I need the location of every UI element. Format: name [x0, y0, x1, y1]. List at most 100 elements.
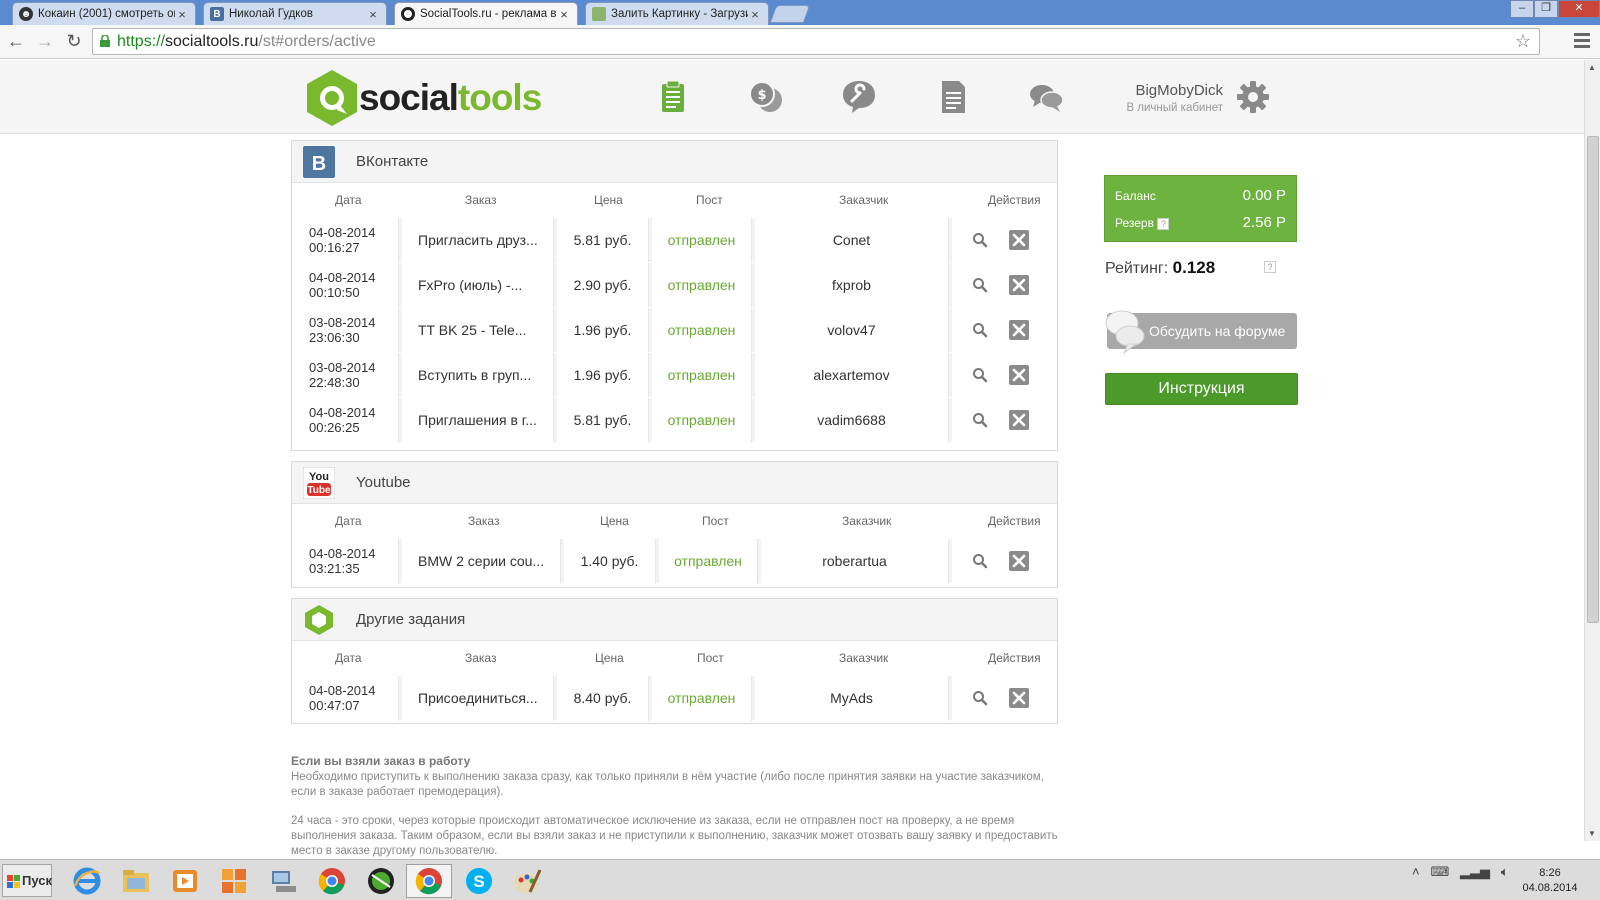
close-icon[interactable]	[1009, 365, 1029, 385]
close-window-button[interactable]: ✕	[1558, 0, 1600, 18]
url-protocol: https://	[117, 33, 166, 50]
media-player-icon[interactable]	[164, 864, 206, 898]
browser-menu-icon[interactable]	[1574, 33, 1590, 51]
tab-title: SocialTools.ru - реклама в с	[420, 8, 557, 20]
close-icon[interactable]	[1009, 551, 1029, 571]
network-signal-icon[interactable]: ▂▃▅	[1460, 864, 1490, 879]
windows-taskbar: Пуск S ˄ ⌨ ▂▃▅ 🔈︎ 8:26 04.08.2014	[0, 859, 1600, 900]
username-link[interactable]: BigMobyDick	[1110, 82, 1223, 99]
socialtools-logo[interactable]: socialtools	[303, 68, 542, 128]
browser-tab-active[interactable]: SocialTools.ru - реклама в с ×	[394, 2, 578, 25]
search-icon[interactable]	[972, 232, 988, 248]
table-row[interactable]: 03-08-2014 23:06:30 TT BK 25 - Tele... 1.96…	[292, 307, 1057, 353]
table-row[interactable]: 03-08-2014 22:48:30 Вступить в груп... 1.96…	[292, 352, 1057, 398]
tray-expand-icon[interactable]: ˄	[1412, 864, 1420, 879]
panel-title: Другие задания	[356, 611, 466, 628]
browser-tab[interactable]: B Николай Гудков ×	[203, 2, 387, 25]
order-price: 5.81 руб.	[557, 398, 649, 443]
minimize-button[interactable]: –	[1510, 0, 1534, 18]
table-row[interactable]: 04-08-2014 00:26:25 Приглашения в г... 5.81…	[292, 397, 1057, 443]
browser-tab[interactable]: Залить Картинку - Загрузи ×	[585, 2, 769, 25]
order-time: 23:06:30	[309, 330, 360, 345]
order-name-link[interactable]: Приглашения в г...	[402, 398, 554, 443]
reserve-help-icon[interactable]: ?	[1157, 217, 1170, 230]
post-status: отправлен	[659, 539, 758, 584]
gear-icon[interactable]	[1236, 80, 1270, 114]
keyboard-icon[interactable]: ⌨	[1430, 864, 1449, 879]
chrome-icon[interactable]	[311, 864, 353, 898]
close-icon[interactable]	[1009, 275, 1029, 295]
paint-icon[interactable]	[506, 864, 548, 898]
order-date: 04-08-2014	[309, 683, 376, 698]
close-icon[interactable]	[1009, 230, 1029, 250]
post-status: отправлен	[652, 353, 752, 398]
column-actions: Действия	[988, 651, 1041, 665]
restore-button[interactable]: ❐	[1534, 0, 1558, 18]
date-cell: 04-08-2014 00:26:25	[292, 398, 399, 443]
file-explorer-icon[interactable]	[115, 864, 157, 898]
volume-icon[interactable]: 🔈︎	[1501, 864, 1509, 879]
new-tab-button[interactable]	[769, 5, 811, 23]
search-icon[interactable]	[972, 322, 988, 338]
tab-close-icon[interactable]: ×	[366, 7, 380, 22]
reload-icon[interactable]: ↻	[63, 30, 85, 52]
customer-name: alexartemov	[755, 353, 949, 398]
scroll-up-arrow-icon[interactable]: ▲	[1588, 63, 1596, 72]
scroll-thumb[interactable]	[1587, 136, 1599, 623]
address-bar[interactable]: https://socialtools.ru/st#orders/active …	[92, 28, 1540, 55]
tab-close-icon[interactable]: ×	[748, 7, 762, 22]
close-icon[interactable]	[1009, 688, 1029, 708]
start-button[interactable]: Пуск	[2, 864, 52, 897]
green-ball-app-icon[interactable]	[360, 864, 402, 898]
clock-time: 8:26	[1539, 867, 1561, 879]
messages-chat-icon[interactable]	[1027, 78, 1065, 116]
search-icon[interactable]	[972, 277, 988, 293]
orders-clipboard-icon[interactable]	[654, 78, 692, 116]
search-icon[interactable]	[972, 690, 988, 706]
order-time: 03:21:35	[309, 561, 360, 576]
skype-icon[interactable]: S	[458, 864, 500, 898]
network-computer-icon[interactable]	[262, 864, 304, 898]
customer-name: roberartua	[761, 539, 949, 584]
rating-help-icon[interactable]: ?	[1264, 261, 1276, 273]
table-row[interactable]: 04-08-2014 03:21:35 BMW 2 серии cou... 1.40…	[292, 538, 1057, 584]
date-cell: 04-08-2014 03:21:35	[292, 539, 399, 584]
search-icon[interactable]	[972, 553, 988, 569]
page-scrollbar[interactable]: ▲ ▼	[1584, 60, 1600, 841]
app-tiles-icon[interactable]	[213, 864, 255, 898]
system-clock[interactable]: 8:26 04.08.2014	[1510, 866, 1590, 896]
actions-cell	[952, 308, 1057, 353]
order-name-link[interactable]: BMW 2 серии cou...	[402, 539, 561, 584]
column-post: Пост	[696, 193, 723, 207]
order-name-link[interactable]: Присоединиться...	[402, 676, 554, 721]
chrome-active-icon[interactable]	[406, 864, 452, 898]
back-arrow-icon[interactable]: ←	[5, 30, 27, 52]
cabinet-link[interactable]: В личный кабинет	[1080, 102, 1223, 114]
internet-explorer-icon[interactable]	[66, 864, 108, 898]
order-price: 8.40 руб.	[557, 676, 649, 721]
close-icon[interactable]	[1009, 410, 1029, 430]
table-row[interactable]: 04-08-2014 00:16:27 Пригласить друз... 5.81…	[292, 217, 1057, 263]
documents-icon[interactable]	[934, 78, 972, 116]
forward-arrow-icon[interactable]: →	[34, 30, 56, 52]
order-name-link[interactable]: Вступить в груп...	[402, 353, 554, 398]
order-time: 00:47:07	[309, 698, 360, 713]
vk-logo-icon: B	[303, 146, 335, 178]
search-icon[interactable]	[972, 367, 988, 383]
table-row[interactable]: 04-08-2014 00:47:07 Присоединиться... 8.40 …	[292, 675, 1057, 721]
scroll-down-arrow-icon[interactable]: ▼	[1588, 829, 1596, 838]
bookmark-star-icon[interactable]: ☆	[1515, 29, 1531, 54]
close-icon[interactable]	[1009, 320, 1029, 340]
table-row[interactable]: 04-08-2014 00:10:50 FxPro (июль) -... 2.90 …	[292, 262, 1057, 308]
search-icon[interactable]	[972, 412, 988, 428]
browser-tab[interactable]: ☻ Кокаин (2001) смотреть он ×	[12, 2, 196, 25]
order-name-link[interactable]: TT BK 25 - Tele...	[402, 308, 554, 353]
finance-coins-icon[interactable]: $	[747, 78, 785, 116]
order-name-link[interactable]: Пригласить друз...	[402, 218, 554, 263]
instruction-button[interactable]: Инструкция	[1105, 373, 1298, 405]
tab-close-icon[interactable]: ×	[557, 7, 571, 22]
tab-close-icon[interactable]: ×	[175, 7, 189, 22]
order-name-link[interactable]: FxPro (июль) -...	[402, 263, 554, 308]
tools-wrench-icon[interactable]	[840, 78, 878, 116]
customer-name: vadim6688	[755, 398, 949, 443]
